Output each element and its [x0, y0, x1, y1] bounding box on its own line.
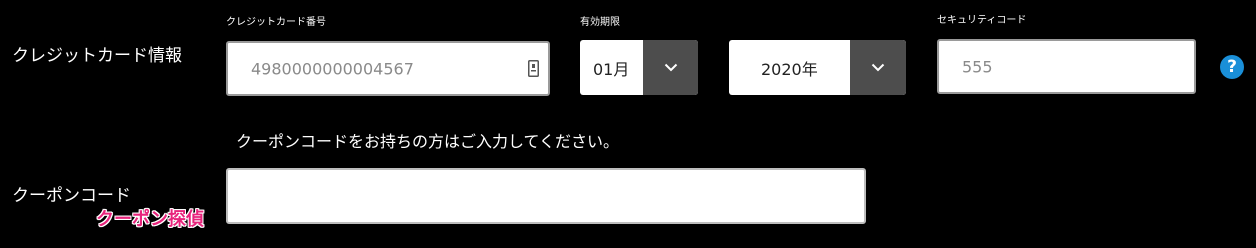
- chevron-down-icon[interactable]: [643, 40, 698, 95]
- credit-card-label: クレジットカード情報: [12, 46, 182, 66]
- chevron-down-icon[interactable]: [850, 40, 906, 95]
- brand-watermark: クーポン探偵: [96, 209, 204, 230]
- coupon-label: クーポンコード: [12, 186, 131, 206]
- security-code-input[interactable]: 555: [937, 39, 1196, 94]
- card-number-label: クレジットカード番号: [226, 17, 326, 28]
- card-number-input[interactable]: 4980000000004567: [226, 41, 550, 96]
- card-autofill-icon[interactable]: [528, 60, 539, 77]
- coupon-code-input[interactable]: [226, 168, 866, 224]
- card-number-value: 4980000000004567: [251, 59, 414, 78]
- expiry-month-value: 01月: [593, 59, 630, 79]
- expiry-month-select[interactable]: 01月: [580, 40, 698, 95]
- coupon-hint: クーポンコードをお持ちの方はご入力してください。: [236, 132, 620, 151]
- security-code-value: 555: [962, 57, 993, 76]
- expiry-year-select[interactable]: 2020年: [729, 40, 906, 95]
- security-code-label: セキュリティコード: [937, 15, 1027, 26]
- expiry-year-value: 2020年: [761, 59, 818, 79]
- help-icon[interactable]: ?: [1220, 55, 1244, 79]
- expiry-label: 有効期限: [580, 17, 620, 28]
